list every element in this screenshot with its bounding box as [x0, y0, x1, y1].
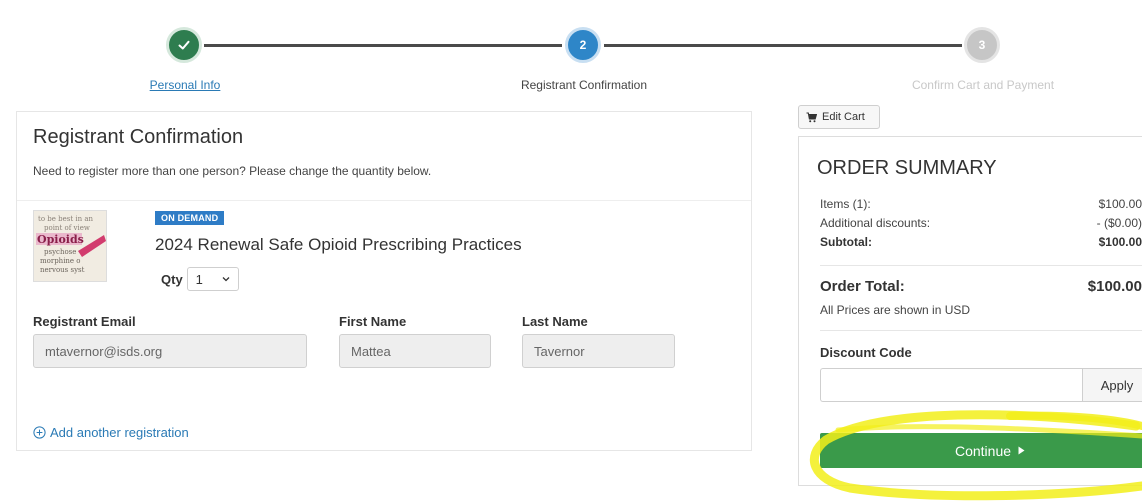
items-value: $100.00 [1098, 197, 1142, 211]
step-registrant-confirmation-label: Registrant Confirmation [520, 78, 648, 92]
checkout-stepper: 2 3 Personal Info Registrant Confirmatio… [0, 0, 1142, 100]
step-personal-info-link[interactable]: Personal Info [150, 78, 221, 92]
quantity-group: Qty 1 [161, 267, 239, 291]
qty-label: Qty [161, 271, 183, 287]
email-label: Registrant Email [33, 314, 136, 329]
last-name-field[interactable]: Tavernor [522, 334, 675, 368]
shopping-cart-icon [806, 111, 817, 122]
registrant-email-field[interactable]: mtavernor@isds.org [33, 334, 307, 368]
divider [820, 330, 1142, 331]
add-registration-link[interactable]: Add another registration [33, 425, 189, 440]
last-name-label: Last Name [522, 314, 588, 329]
currency-note: All Prices are shown in USD [820, 303, 971, 317]
discounts-row: Additional discounts: - ($0.00) [820, 216, 1142, 230]
course-title: 2024 Renewal Safe Opioid Prescribing Pra… [155, 235, 522, 254]
plus-circle-icon [33, 426, 46, 439]
on-demand-badge: ON DEMAND [155, 211, 225, 225]
step-2-indicator: 2 [565, 27, 601, 63]
course-item-card: to be best in an point of view Opioids p… [17, 200, 751, 446]
step-3-indicator: 3 [964, 27, 1000, 63]
add-registration-text: Add another registration [50, 425, 189, 440]
subtotal-value: $100.00 [1098, 235, 1142, 249]
quantity-value: 1 [195, 271, 203, 287]
registrant-panel: Registrant Confirmation Need to register… [16, 111, 752, 451]
apply-discount-button[interactable]: Apply [1082, 368, 1142, 402]
edit-cart-button[interactable]: Edit Cart [798, 105, 880, 129]
subtotal-row: Subtotal: $100.00 [820, 235, 1142, 249]
opioids-text-image-icon: to be best in an point of view Opioids p… [34, 211, 106, 281]
thumbnail-word: morphine o [40, 257, 81, 265]
first-name-label: First Name [339, 314, 407, 329]
order-total-label: Order Total: [820, 278, 905, 295]
discounts-value: - ($0.00) [1096, 216, 1142, 230]
order-total-value: $100.00 [1087, 278, 1142, 295]
continue-label: Continue [954, 442, 1012, 459]
continue-button[interactable]: Continue [820, 433, 1142, 468]
discount-code-label: Discount Code [820, 345, 912, 360]
order-summary-title: ORDER SUMMARY [817, 157, 997, 179]
checkmark-icon [178, 40, 190, 50]
thumbnail-word: point of view [44, 224, 90, 232]
step-confirm-cart-label: Confirm Cart and Payment [911, 78, 1055, 92]
step-1-complete-indicator[interactable] [166, 27, 202, 63]
subtotal-label: Subtotal: [820, 235, 872, 249]
thumbnail-word: nervous syst [40, 266, 85, 274]
discount-code-input[interactable] [820, 368, 1082, 402]
chevron-down-icon [222, 277, 230, 282]
caret-right-icon [1018, 446, 1025, 455]
first-name-field[interactable]: Mattea [339, 334, 491, 368]
items-row: Items (1): $100.00 [820, 197, 1142, 211]
page-title: Registrant Confirmation [33, 126, 244, 148]
quantity-select[interactable]: 1 [186, 267, 239, 291]
page-subtitle: Need to register more than one person? P… [33, 164, 432, 178]
order-summary-panel: ORDER SUMMARY Items (1): $100.00 Additio… [798, 136, 1142, 486]
thumbnail-word: Opioids [37, 233, 84, 246]
stepper-connector [204, 44, 562, 47]
course-thumbnail: to be best in an point of view Opioids p… [33, 210, 107, 282]
edit-cart-label: Edit Cart [822, 111, 865, 123]
divider [820, 265, 1142, 266]
discounts-label: Additional discounts: [820, 216, 931, 230]
items-label: Items (1): [820, 197, 871, 211]
thumbnail-word: psychose [44, 248, 76, 256]
thumbnail-word: to be best in an [38, 215, 94, 223]
order-total-row: Order Total: $100.00 [820, 278, 1142, 295]
stepper-connector [604, 44, 962, 47]
